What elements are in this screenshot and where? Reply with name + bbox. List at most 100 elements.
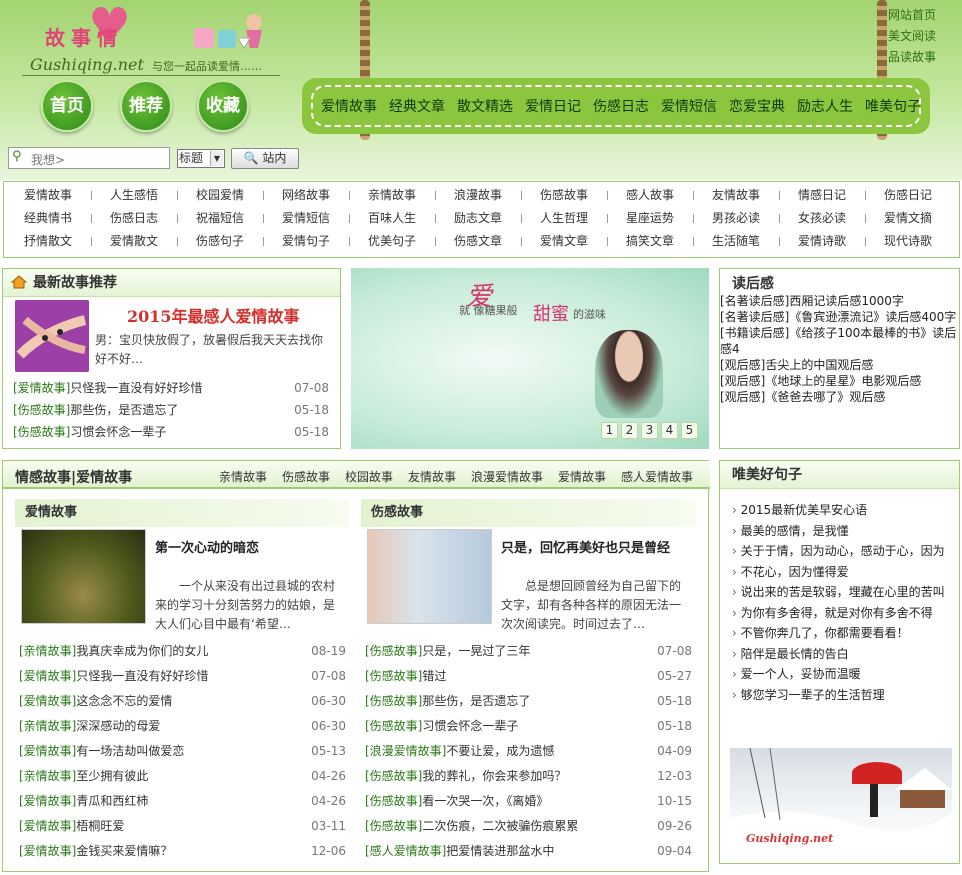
category-link[interactable]: 现代诗歌 [865, 231, 951, 251]
favorite-button[interactable]: 收藏 [197, 80, 249, 132]
slide-page[interactable]: 3 [641, 422, 658, 439]
category-link[interactable]: 优美句子 [349, 231, 435, 251]
top-link-articles[interactable]: 美文阅读 [888, 26, 936, 47]
category-link[interactable]: 生活随笔 [693, 231, 779, 251]
category-link[interactable]: 爱情文章 [521, 231, 607, 251]
review-item[interactable]: [观后感]舌尖上的中国观后感 [720, 357, 957, 373]
tab-item[interactable]: 感人爱情故事 [621, 468, 693, 485]
search-input[interactable]: ⚲ 我想> [8, 147, 170, 169]
feature-image[interactable] [15, 300, 89, 372]
tab-item[interactable]: 爱情故事 [558, 468, 606, 485]
list-item[interactable]: [伤感故事]那些伤，是否遗忘了 05-18 [365, 689, 692, 714]
sad-article-title[interactable]: 只是，回忆再美好也只是曾经 [501, 537, 670, 556]
quote-item[interactable]: 不花心，因为懂得爱 [732, 562, 945, 583]
list-item[interactable]: [亲情故事]我真庆幸成为你们的女儿 08-19 [19, 639, 346, 664]
quote-item[interactable]: 最美的感情，是我懂 [732, 521, 945, 542]
category-link[interactable]: 人生哲理 [521, 208, 607, 228]
slide-page[interactable]: 2 [621, 422, 638, 439]
list-item[interactable]: [爱情故事]梧桐旺爱 03-11 [19, 814, 346, 839]
category-link[interactable]: 伤感故事 [521, 185, 607, 205]
category-link[interactable]: 搞笑文章 [607, 231, 693, 251]
quote-item[interactable]: 爱一个人，妥协而温暖 [732, 664, 945, 685]
category-link[interactable]: 爱情散文 [91, 231, 177, 251]
recommend-button[interactable]: 推荐 [120, 80, 172, 132]
list-item[interactable]: [爱情故事]这念念不忘的爱情 06-30 [19, 689, 346, 714]
category-link[interactable]: 网络故事 [263, 185, 349, 205]
category-link[interactable]: 经典情书 [5, 208, 91, 228]
search-type-select[interactable]: 标题 ▼ [177, 149, 225, 168]
category-link[interactable]: 伤感日志 [91, 208, 177, 228]
list-item[interactable]: [伤感故事]习惯会怀念一辈子 05-18 [13, 421, 329, 443]
review-item[interactable]: [名著读后感]《鲁宾逊漂流记》读后感400字 [720, 309, 957, 325]
slide-page[interactable]: 1 [601, 422, 618, 439]
list-item[interactable]: [伤感故事]只是，一晃过了三年 07-08 [365, 639, 692, 664]
home-button[interactable]: 首页 [41, 80, 93, 132]
list-item[interactable]: [伤感故事]那些伤，是否遗忘了 05-18 [13, 399, 329, 421]
nav-item[interactable]: 经典文章 [389, 96, 445, 116]
category-link[interactable]: 爱情诗歌 [779, 231, 865, 251]
nav-item[interactable]: 爱情短信 [661, 96, 717, 116]
quote-item[interactable]: 说出来的苦是软弱，埋藏在心里的苦叫 [732, 582, 945, 603]
category-link[interactable]: 友情故事 [693, 185, 779, 205]
nav-item[interactable]: 励志人生 [797, 96, 853, 116]
list-item[interactable]: [爱情故事]只怪我一直没有好好珍惜 07-08 [13, 377, 329, 399]
category-link[interactable]: 校园爱情 [177, 185, 263, 205]
category-link[interactable]: 伤感日记 [865, 185, 951, 205]
top-link-stories[interactable]: 品读故事 [888, 47, 936, 68]
tab-item[interactable]: 友情故事 [408, 468, 456, 485]
category-link[interactable]: 百味人生 [349, 208, 435, 228]
list-item[interactable]: [感人爱情故事]把爱情装进那盆水中 09-04 [365, 839, 692, 864]
tab-item[interactable]: 伤感故事 [282, 468, 330, 485]
category-link[interactable]: 人生感悟 [91, 185, 177, 205]
top-link-home[interactable]: 网站首页 [888, 5, 936, 26]
list-item[interactable]: [爱情故事]有一场洁劫叫做爱恋 05-13 [19, 739, 346, 764]
nav-item[interactable]: 爱情日记 [525, 96, 581, 116]
category-link[interactable]: 祝福短信 [177, 208, 263, 228]
nav-item[interactable]: 恋爱宝典 [729, 96, 785, 116]
category-link[interactable]: 亲情故事 [349, 185, 435, 205]
quote-item[interactable]: 够您学习一辈子的生活哲理 [732, 685, 945, 706]
category-link[interactable]: 女孩必读 [779, 208, 865, 228]
love-article-title[interactable]: 第一次心动的暗恋 [155, 537, 259, 556]
quote-item[interactable]: 关于于情，因为动心，感动于心，因为 [732, 541, 945, 562]
quote-item[interactable]: 陪伴是最长情的告白 [732, 644, 945, 665]
nav-item[interactable]: 伤感日志 [593, 96, 649, 116]
review-item[interactable]: [书籍读后感]《给孩子100本最棒的书》读后感4 [720, 325, 957, 357]
review-item[interactable]: [观后感]《地球上的星星》电影观后感 [720, 373, 957, 389]
list-item[interactable]: [伤感故事]我的葬礼，你会来参加吗？ 12-03 [365, 764, 692, 789]
category-link[interactable]: 抒情散文 [5, 231, 91, 251]
category-link[interactable]: 星座运势 [607, 208, 693, 228]
banner-slideshow[interactable]: 爱 就 像糖果般 甜蜜 的滋味 1 2 3 4 5 [351, 268, 709, 449]
tab-item[interactable]: 亲情故事 [219, 468, 267, 485]
nav-item[interactable]: 散文精选 [457, 96, 513, 116]
category-link[interactable]: 爱情句子 [263, 231, 349, 251]
list-item[interactable]: [伤感故事]二次伤痕，二次被骗伤痕累累 09-26 [365, 814, 692, 839]
list-item[interactable]: [爱情故事]青瓜和西红柿 04-26 [19, 789, 346, 814]
tab-item[interactable]: 浪漫爱情故事 [471, 468, 543, 485]
review-item[interactable]: [观后感]《爸爸去哪了》观后感 [720, 389, 957, 405]
list-item[interactable]: [爱情故事]只怪我一直没有好好珍惜 07-08 [19, 664, 346, 689]
category-link[interactable]: 爱情故事 [5, 185, 91, 205]
quote-item[interactable]: 为你有多舍得，就是对你有多舍不得 [732, 603, 945, 624]
list-item[interactable]: [伤感故事]错过 05-27 [365, 664, 692, 689]
slide-page[interactable]: 5 [681, 422, 698, 439]
search-button[interactable]: 🔍 站内 [231, 148, 299, 169]
list-item[interactable]: [浪漫爱情故事]不要让爱，成为遗憾 04-09 [365, 739, 692, 764]
feature-title[interactable]: 2015年最感人爱情故事 [127, 303, 300, 327]
slide-page[interactable]: 4 [661, 422, 678, 439]
category-link[interactable]: 伤感句子 [177, 231, 263, 251]
category-link[interactable]: 感人故事 [607, 185, 693, 205]
nav-item[interactable]: 唯美句子 [865, 96, 921, 116]
list-item[interactable]: [伤感故事]习惯会怀念一辈子 05-18 [365, 714, 692, 739]
quote-item[interactable]: 2015最新优美早安心语 [732, 500, 945, 521]
category-link[interactable]: 伤感文章 [435, 231, 521, 251]
tab-item[interactable]: 校园故事 [345, 468, 393, 485]
list-item[interactable]: [爱情故事]金钱买来爱情嘛？ 12-06 [19, 839, 346, 864]
list-item[interactable]: [伤感故事]看一次哭一次，《离婚》 10-15 [365, 789, 692, 814]
category-link[interactable]: 爱情文摘 [865, 208, 951, 228]
category-link[interactable]: 励志文章 [435, 208, 521, 228]
love-story-image[interactable] [21, 529, 146, 624]
sad-story-image[interactable] [367, 529, 492, 624]
category-link[interactable]: 男孩必读 [693, 208, 779, 228]
list-item[interactable]: [亲情故事]深深感动的母爱 06-30 [19, 714, 346, 739]
